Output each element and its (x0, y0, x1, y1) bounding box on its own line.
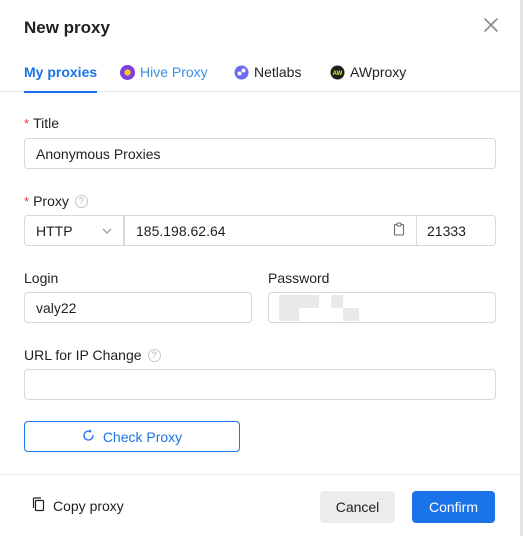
tab-netlabs[interactable]: Netlabs (234, 52, 301, 92)
clipboard-icon[interactable] (393, 222, 405, 239)
required-mark: * (24, 115, 30, 131)
tab-label: My proxies (24, 64, 98, 80)
cancel-button[interactable]: Cancel (320, 491, 395, 523)
masked-value-block (279, 295, 319, 308)
confirm-button[interactable]: Confirm (412, 491, 495, 523)
tab-hive-proxy[interactable]: Hive Proxy (120, 52, 208, 92)
copy-icon (32, 497, 45, 515)
copy-proxy-label: Copy proxy (53, 498, 124, 514)
title-label: * Title (24, 115, 59, 131)
netlabs-icon (234, 65, 249, 80)
tab-label: Hive Proxy (140, 64, 208, 80)
tab-my-proxies[interactable]: My proxies (24, 52, 98, 93)
title-input[interactable]: Anonymous Proxies (24, 138, 496, 169)
dialog-footer: Copy proxy Cancel Confirm (0, 474, 520, 536)
ip-change-url-input[interactable] (24, 369, 496, 400)
refresh-icon (82, 429, 95, 445)
port-input[interactable]: 21333 (416, 215, 496, 246)
proxy-source-tabs: My proxies Hive Proxy Netlabs AW AWproxy (0, 52, 520, 93)
dialog-title: New proxy (24, 18, 110, 37)
login-input[interactable]: valy22 (24, 292, 252, 323)
title-label-text: Title (33, 115, 59, 131)
password-label-text: Password (268, 270, 330, 286)
protocol-value: HTTP (36, 222, 73, 239)
login-label: Login (24, 270, 58, 286)
port-value: 21333 (427, 222, 466, 239)
tab-awproxy[interactable]: AW AWproxy (330, 52, 406, 92)
title-value: Anonymous Proxies (36, 145, 161, 162)
ip-change-url-label-text: URL for IP Change (24, 347, 142, 363)
awproxy-icon: AW (330, 65, 345, 80)
help-icon[interactable]: ? (147, 348, 161, 362)
close-icon[interactable] (482, 16, 500, 34)
tab-label: Netlabs (254, 64, 302, 80)
help-icon[interactable]: ? (74, 194, 88, 208)
masked-value-block (331, 295, 343, 308)
aw-badge-text: AW (333, 71, 343, 77)
cancel-label: Cancel (335, 499, 380, 515)
dialog-header: New proxy (24, 18, 110, 38)
confirm-label: Confirm (428, 499, 478, 515)
protocol-select[interactable]: HTTP (24, 215, 124, 246)
ip-change-url-label: URL for IP Change ? (24, 347, 161, 363)
login-value: valy22 (36, 299, 77, 316)
hive-proxy-icon (120, 64, 135, 80)
host-value: 185.198.62.64 (136, 222, 226, 239)
new-proxy-dialog: New proxy My proxies Hive Proxy Netlabs … (0, 0, 520, 536)
chevron-down-icon (102, 223, 112, 239)
proxy-label-text: Proxy (33, 193, 69, 209)
masked-value-block (343, 308, 359, 321)
check-proxy-button[interactable]: Check Proxy (24, 421, 240, 452)
proxy-label: * Proxy ? (24, 193, 88, 209)
password-label: Password (268, 270, 329, 286)
check-proxy-label: Check Proxy (102, 428, 183, 445)
required-mark: * (24, 193, 30, 209)
tab-label: AWproxy (350, 64, 407, 80)
login-label-text: Login (24, 270, 59, 286)
host-input[interactable]: 185.198.62.64 (124, 215, 416, 246)
password-input[interactable] (268, 292, 496, 323)
masked-value-block (279, 308, 299, 321)
copy-proxy-button[interactable]: Copy proxy (32, 497, 124, 515)
